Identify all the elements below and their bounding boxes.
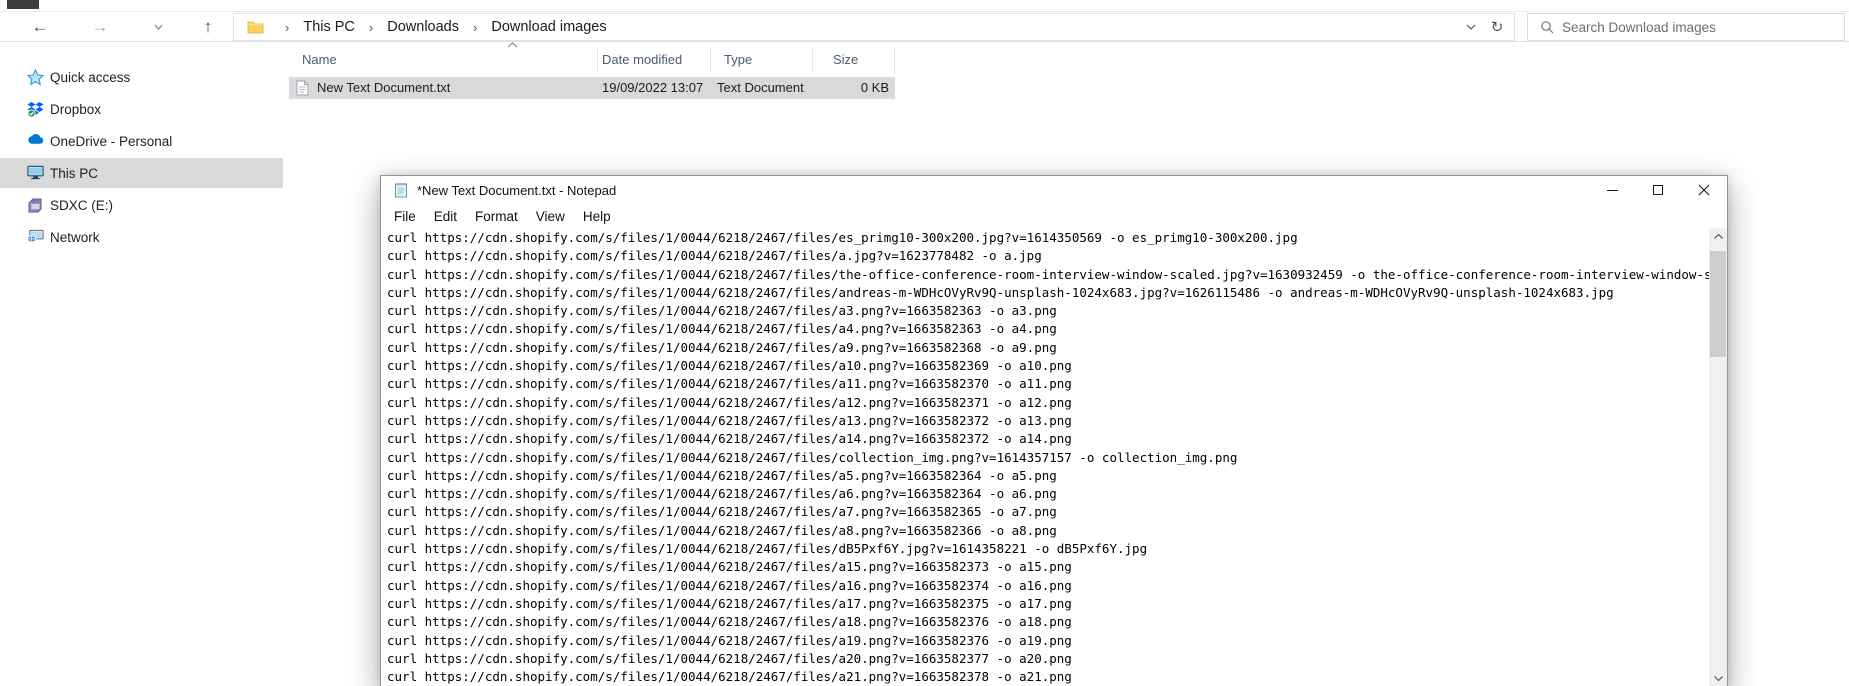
scrollbar-thumb[interactable] <box>1710 251 1726 357</box>
refresh-icon[interactable]: ↻ <box>1484 14 1510 40</box>
minimize-icon <box>1607 190 1618 191</box>
up-button[interactable]: ↑ <box>195 12 221 41</box>
sidebar-item-this-pc[interactable]: This PC <box>0 158 283 188</box>
sidebar-item-onedrive[interactable]: OneDrive - Personal <box>0 126 283 156</box>
close-icon <box>1698 184 1710 196</box>
back-button[interactable]: ← <box>27 12 53 41</box>
explorer-toolbar: ← → ↑ › This PC › Downloads › Download i… <box>0 11 1849 42</box>
notepad-window: *New Text Document.txt - Notepad File Ed… <box>380 175 1728 686</box>
menu-help[interactable]: Help <box>574 209 620 224</box>
sidebar-item-label: Quick access <box>50 70 130 85</box>
sidebar-item-label: OneDrive - Personal <box>50 134 172 149</box>
search-placeholder: Search Download images <box>1554 20 1716 35</box>
breadcrumb-chevron-icon: › <box>465 20 485 35</box>
screen: ← → ↑ › This PC › Downloads › Download i… <box>0 0 1849 686</box>
dropbox-icon <box>27 101 44 118</box>
scroll-up-icon[interactable] <box>1709 228 1727 245</box>
menu-edit[interactable]: Edit <box>425 209 466 224</box>
forward-button[interactable]: → <box>87 12 113 41</box>
notepad-title-bar[interactable]: *New Text Document.txt - Notepad <box>381 176 1727 204</box>
svg-text:SDXC: SDXC <box>32 199 42 203</box>
search-icon <box>1540 20 1554 34</box>
file-row-new-text-document[interactable]: New Text Document.txt 19/09/2022 13:07 T… <box>289 77 895 99</box>
breadcrumb-chevron-icon: › <box>361 20 381 35</box>
maximize-button[interactable] <box>1635 176 1681 204</box>
notepad-window-title: *New Text Document.txt - Notepad <box>417 183 616 198</box>
file-date-modified: 19/09/2022 13:07 <box>602 80 703 95</box>
file-name: New Text Document.txt <box>317 80 450 95</box>
column-divider[interactable] <box>812 47 813 73</box>
column-header-type[interactable]: Type <box>724 52 752 67</box>
file-type: Text Document <box>717 80 804 95</box>
navigation-pane: Quick access Dropbox <box>0 42 283 686</box>
column-divider[interactable] <box>894 47 895 73</box>
sidebar-item-label: SDXC (E:) <box>50 198 113 213</box>
vertical-scrollbar[interactable] <box>1709 228 1727 686</box>
column-divider[interactable] <box>597 47 598 73</box>
menu-file[interactable]: File <box>385 209 425 224</box>
sidebar-item-sdxc[interactable]: SDXC SDXC (E:) <box>0 190 283 220</box>
breadcrumb-this-pc[interactable]: This PC <box>297 19 361 35</box>
sidebar-item-quick-access[interactable]: Quick access <box>0 62 283 92</box>
address-bar[interactable]: › This PC › Downloads › Download images … <box>233 13 1515 41</box>
breadcrumb-chevron-icon: › <box>277 20 297 35</box>
text-file-icon <box>296 80 309 96</box>
background-window-fragment <box>7 0 39 9</box>
network-icon <box>27 229 44 246</box>
breadcrumb-downloads[interactable]: Downloads <box>381 19 465 35</box>
folder-icon <box>234 20 264 34</box>
notepad-menu-bar: File Edit Format View Help <box>381 204 1727 228</box>
column-header-date-modified[interactable]: Date modified <box>602 52 682 67</box>
notepad-text-content: curl https://cdn.shopify.com/s/files/1/0… <box>381 228 1709 686</box>
sidebar-item-label: This PC <box>50 166 98 181</box>
column-divider[interactable] <box>710 47 711 73</box>
scroll-down-icon[interactable] <box>1709 670 1727 686</box>
quick-access-star-icon <box>27 69 44 86</box>
sort-ascending-icon[interactable] <box>507 42 518 48</box>
menu-view[interactable]: View <box>527 209 574 224</box>
file-size: 0 KB <box>841 80 889 95</box>
minimize-button[interactable] <box>1589 176 1635 204</box>
notepad-app-icon <box>393 182 409 198</box>
sidebar-item-dropbox[interactable]: Dropbox <box>0 94 283 124</box>
computer-icon <box>27 165 44 182</box>
search-input[interactable]: Search Download images <box>1527 13 1845 41</box>
close-button[interactable] <box>1681 176 1727 204</box>
notepad-body: curl https://cdn.shopify.com/s/files/1/0… <box>381 228 1727 686</box>
column-header-name[interactable]: Name <box>302 52 337 67</box>
breadcrumb-download-images[interactable]: Download images <box>485 19 612 35</box>
notepad-text-area[interactable]: curl https://cdn.shopify.com/s/files/1/0… <box>381 228 1709 686</box>
column-header-size[interactable]: Size <box>833 52 858 67</box>
onedrive-cloud-icon <box>27 133 44 150</box>
sidebar-item-label: Network <box>50 230 100 245</box>
recent-locations-chevron-icon[interactable] <box>150 12 166 41</box>
address-dropdown-chevron-icon[interactable] <box>1458 14 1484 40</box>
sidebar-item-network[interactable]: Network <box>0 222 283 252</box>
sd-card-icon: SDXC <box>27 197 44 214</box>
breadcrumb: › This PC › Downloads › Download images <box>264 19 613 35</box>
maximize-icon <box>1653 185 1663 195</box>
menu-format[interactable]: Format <box>466 209 527 224</box>
sidebar-item-label: Dropbox <box>50 102 101 117</box>
